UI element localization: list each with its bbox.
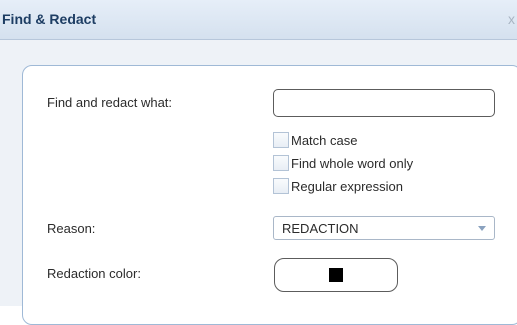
- whole-word-checkbox[interactable]: Find whole word only: [273, 153, 413, 173]
- dialog-titlebar: Find & Redact x: [0, 0, 517, 40]
- color-swatch: [329, 268, 343, 282]
- close-icon[interactable]: x: [508, 11, 515, 27]
- checkbox-box[interactable]: [273, 178, 289, 194]
- regex-label: Regular expression: [291, 178, 404, 194]
- redaction-color-button[interactable]: [274, 258, 398, 292]
- find-label: Find and redact what:: [47, 95, 173, 110]
- dialog-title: Find & Redact: [2, 11, 97, 27]
- reason-value: REDACTION: [282, 221, 359, 236]
- checkbox-box[interactable]: [273, 132, 289, 148]
- match-case-checkbox[interactable]: Match case: [273, 130, 357, 150]
- regex-checkbox[interactable]: Regular expression: [273, 176, 403, 196]
- match-case-label: Match case: [291, 132, 358, 148]
- color-label: Redaction color:: [47, 266, 141, 281]
- chevron-down-icon[interactable]: [478, 226, 486, 231]
- whole-word-label: Find whole word only: [291, 155, 414, 171]
- reason-select[interactable]: REDACTION: [273, 216, 495, 240]
- find-input[interactable]: [273, 89, 495, 117]
- checkbox-box[interactable]: [273, 155, 289, 171]
- reason-label: Reason:: [47, 221, 96, 236]
